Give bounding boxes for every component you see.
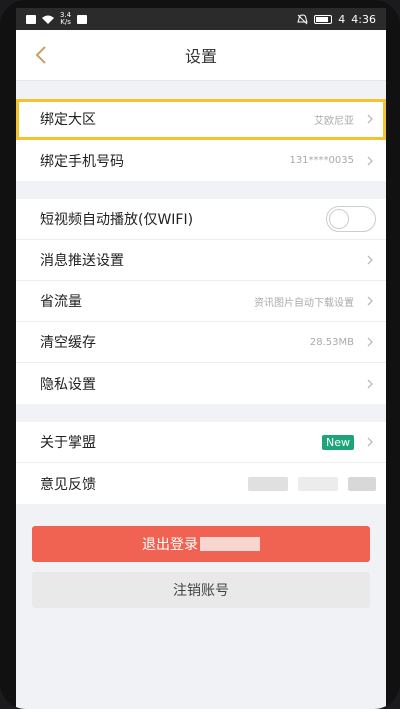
mute-icon (297, 13, 308, 24)
page-title: 设置 (184, 47, 217, 66)
back-button[interactable] (26, 40, 56, 70)
section-gap (16, 404, 386, 422)
wifi-icon (42, 15, 54, 24)
status-bar: 3.4 K/s 4 4:36 (16, 8, 386, 30)
cancel-account-button[interactable]: 注销账号 (32, 572, 370, 608)
bind-phone-label: 绑定手机号码 (40, 153, 124, 170)
redacted-content (248, 476, 376, 491)
redacted-content (200, 537, 260, 551)
bind-region-row[interactable]: 绑定大区 艾欧尼亚 (16, 99, 386, 140)
phone-frame: 3.4 K/s 4 4:36 设置 绑定大区 艾欧尼亚 绑定手机号码 131**… (0, 0, 400, 709)
battery-icon (314, 14, 333, 24)
chevron-left-icon (35, 46, 46, 64)
feedback-row[interactable]: 意见反馈 (16, 463, 386, 504)
section-gap (16, 181, 386, 199)
data-saver-label: 省流量 (40, 294, 82, 310)
data-saver-row[interactable]: 省流量 资讯图片自动下载设置 (16, 281, 386, 322)
battery-level: 4 (338, 12, 346, 26)
about-label: 关于掌盟 (40, 435, 96, 451)
chevron-right-icon (364, 254, 376, 266)
data-saver-value: 资讯图片自动下载设置 (254, 297, 354, 309)
push-settings-label: 消息推送设置 (40, 253, 124, 269)
about-row[interactable]: 关于掌盟 New (16, 422, 386, 463)
chevron-right-icon (364, 295, 376, 307)
privacy-settings-label: 隐私设置 (40, 376, 96, 393)
autoplay-label: 短视频自动播放(仅WIFI) (40, 212, 194, 228)
logout-label: 退出登录 (142, 537, 198, 553)
chevron-right-icon (364, 155, 376, 167)
notification-icon (77, 14, 88, 24)
chevron-right-icon (364, 378, 376, 390)
bind-phone-value: 131****0035 (289, 155, 354, 166)
network-speed: 3.4 K/s (60, 12, 71, 26)
about-group: 关于掌盟 New 意见反馈 (16, 422, 386, 504)
new-badge: New (322, 434, 354, 450)
speed-unit: K/s (60, 18, 71, 26)
privacy-settings-row[interactable]: 隐私设置 (16, 363, 386, 404)
sim-icon (26, 14, 36, 24)
autoplay-row: 短视频自动播放(仅WIFI) (16, 199, 386, 240)
logout-button[interactable]: 退出登录 (32, 526, 370, 562)
preferences-group: 短视频自动播放(仅WIFI) 消息推送设置 省流量 资讯图片自动下载设置 清空缓… (16, 199, 386, 404)
bind-region-label: 绑定大区 (40, 112, 96, 128)
chevron-right-icon (364, 436, 376, 448)
screen: 3.4 K/s 4 4:36 设置 绑定大区 艾欧尼亚 绑定手机号码 131**… (16, 8, 386, 709)
autoplay-toggle[interactable] (326, 206, 376, 232)
cache-size-value: 28.53MB (309, 336, 354, 348)
navigation-bar: 设置 (16, 30, 386, 81)
feedback-label: 意见反馈 (40, 476, 96, 493)
account-group: 绑定大区 艾欧尼亚 绑定手机号码 131****0035 (16, 99, 386, 181)
cancel-account-label: 注销账号 (173, 583, 229, 599)
bind-region-value: 艾欧尼亚 (314, 115, 354, 127)
section-gap (16, 81, 386, 99)
chevron-right-icon (364, 113, 376, 125)
clock: 4:36 (351, 12, 376, 26)
chevron-right-icon (364, 336, 376, 348)
clear-cache-label: 清空缓存 (40, 335, 96, 351)
clear-cache-row[interactable]: 清空缓存 28.53MB (16, 322, 386, 363)
bind-phone-row[interactable]: 绑定手机号码 131****0035 (16, 140, 386, 181)
push-settings-row[interactable]: 消息推送设置 (16, 240, 386, 281)
toggle-knob (329, 209, 349, 229)
